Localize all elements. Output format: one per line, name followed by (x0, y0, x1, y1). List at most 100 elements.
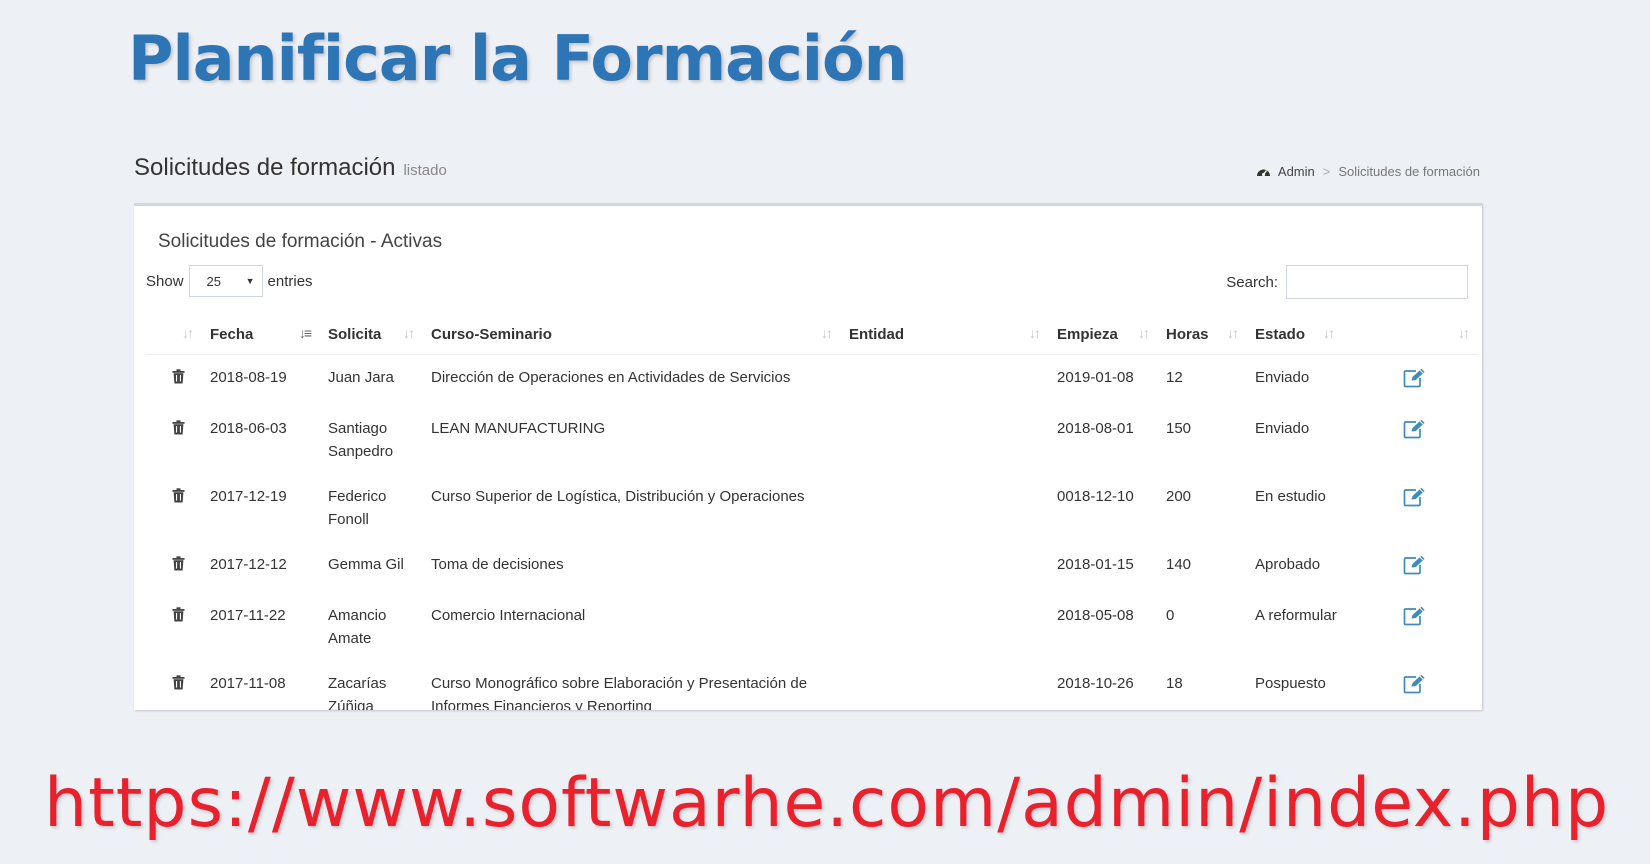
col-header-actions[interactable]: ↓↑ (146, 314, 202, 355)
caret-down-icon: ▼ (245, 276, 255, 286)
sort-icon: ↓↑ (182, 325, 194, 341)
dashboard-icon (1256, 169, 1270, 177)
col-header-empieza-label: Empieza (1057, 325, 1118, 343)
start-date-cell: 2019-01-08 (1057, 369, 1134, 386)
start-date-cell: 2018-05-08 (1057, 607, 1134, 624)
breadcrumb-current: Solicitudes de formación (1338, 164, 1480, 179)
trash-icon[interactable] (172, 419, 185, 442)
url-caption: https://www.softwarhe.com/admin/index.ph… (44, 764, 1610, 843)
col-header-estado[interactable]: Estado ↓↑ (1247, 314, 1343, 355)
table-row: 2017-11-08 Zacarías Zúñiga Curso Monográfi… (146, 661, 1478, 710)
slide-title: Planificar la Formación (128, 22, 908, 95)
entity-cell (841, 355, 1049, 407)
sort-icon: ↓↑ (403, 325, 415, 341)
sort-icon: ↓↑ (1138, 325, 1150, 341)
col-header-horas[interactable]: Horas ↓↑ (1158, 314, 1247, 355)
search-control: Search: (1226, 265, 1468, 299)
requester-cell: Federico Fonoll (328, 488, 387, 528)
requester-cell: Juan Jara (328, 369, 394, 386)
page-title: Solicitudes de formación listado (134, 154, 447, 182)
sort-desc-icon: ↓≡ (298, 325, 312, 341)
breadcrumb-home-link[interactable]: Admin (1278, 164, 1315, 179)
trash-icon[interactable] (172, 555, 185, 578)
requester-cell: Gemma Gil (328, 556, 404, 573)
hours-cell: 200 (1166, 488, 1192, 505)
status-cell: Enviado (1255, 420, 1310, 437)
hours-cell: 140 (1166, 556, 1192, 573)
date-cell: 2018-08-19 (210, 369, 287, 386)
col-header-curso[interactable]: Curso-Seminario ↓↑ (423, 314, 841, 355)
search-label: Search: (1226, 273, 1278, 291)
trash-icon[interactable] (172, 368, 185, 391)
hours-cell: 12 (1166, 369, 1183, 386)
sort-icon: ↓↑ (1029, 325, 1041, 341)
delete-cell (146, 474, 202, 542)
col-header-edit[interactable]: ↓↑ (1343, 314, 1478, 355)
sort-icon: ↓↑ (1458, 325, 1470, 341)
entity-cell (841, 542, 1049, 593)
status-cell: Enviado (1255, 369, 1310, 386)
date-cell: 2018-06-03 (210, 420, 287, 437)
delete-cell (146, 661, 202, 710)
entity-cell (841, 661, 1049, 710)
page-subtitle: listado (403, 162, 447, 179)
status-cell: Pospuesto (1255, 675, 1326, 692)
entries-label: entries (267, 272, 313, 290)
col-header-solicita-label: Solicita (328, 325, 382, 343)
col-header-estado-label: Estado (1255, 325, 1306, 343)
box-title: Solicitudes de formación - Activas (158, 231, 443, 252)
status-cell: Aprobado (1255, 556, 1321, 573)
trash-icon[interactable] (172, 606, 185, 629)
date-cell: 2017-12-19 (210, 488, 287, 505)
sort-icon: ↓↑ (1227, 325, 1239, 341)
entries-length-control: Show 25 ▼ entries (146, 265, 313, 297)
edit-icon[interactable] (1403, 674, 1427, 701)
delete-cell (146, 593, 202, 661)
edit-cell (1343, 355, 1478, 407)
breadcrumb: Admin > Solicitudes de formación (1256, 164, 1480, 179)
edit-cell (1343, 661, 1478, 710)
edit-cell (1343, 593, 1478, 661)
hours-cell: 150 (1166, 420, 1192, 437)
col-header-horas-label: Horas (1166, 325, 1209, 343)
requester-cell: Zacarías Zúñiga (328, 675, 387, 710)
edit-icon[interactable] (1403, 487, 1427, 514)
start-date-cell: 0018-12-10 (1057, 488, 1134, 505)
course-cell: Curso Monográfico sobre Elaboración y Pr… (431, 675, 808, 710)
col-header-fecha-label: Fecha (210, 325, 254, 343)
col-header-empieza[interactable]: Empieza ↓↑ (1049, 314, 1158, 355)
col-header-fecha[interactable]: Fecha ↓≡ (202, 314, 320, 355)
status-cell: A reformular (1255, 607, 1337, 624)
course-cell: Curso Superior de Logística, Distribució… (431, 488, 805, 505)
edit-icon[interactable] (1403, 555, 1427, 582)
edit-cell (1343, 542, 1478, 593)
edit-cell (1343, 406, 1478, 474)
table-row: 2018-06-03 Santiago Sanpedro LEAN MANUFACT… (146, 406, 1478, 474)
course-cell: Dirección de Operaciones en Actividades … (431, 369, 791, 386)
table-row: 2017-11-22 Amancio Amate Comercio Internac… (146, 593, 1478, 661)
trash-icon[interactable] (172, 674, 185, 697)
entries-length-select[interactable]: 25 ▼ (188, 265, 263, 297)
delete-cell (146, 406, 202, 474)
delete-cell (146, 355, 202, 407)
search-input[interactable] (1286, 265, 1468, 299)
requester-cell: Amancio Amate (328, 607, 387, 647)
col-header-entidad[interactable]: Entidad ↓↑ (841, 314, 1049, 355)
date-cell: 2017-11-22 (210, 607, 286, 624)
table-row: 2018-08-19 Juan Jara Dirección de Operacio… (146, 355, 1478, 407)
course-cell: Toma de decisiones (431, 556, 564, 573)
start-date-cell: 2018-10-26 (1057, 675, 1134, 692)
date-cell: 2017-11-08 (210, 675, 286, 692)
col-header-solicita[interactable]: Solicita ↓↑ (320, 314, 423, 355)
edit-icon[interactable] (1403, 606, 1427, 633)
table-header-row: ↓↑ Fecha ↓≡ Solicita ↓↑ Curso-Seminario ↓↑ … (146, 314, 1478, 355)
breadcrumb-separator: > (1322, 164, 1331, 179)
edit-icon[interactable] (1403, 368, 1427, 395)
delete-cell (146, 542, 202, 593)
requests-table: ↓↑ Fecha ↓≡ Solicita ↓↑ Curso-Seminario ↓↑ … (146, 314, 1478, 710)
requester-cell: Santiago Sanpedro (328, 420, 394, 460)
show-label: Show (146, 272, 184, 290)
edit-icon[interactable] (1403, 419, 1427, 446)
trash-icon[interactable] (172, 487, 185, 510)
entries-length-value: 25 (206, 273, 221, 289)
